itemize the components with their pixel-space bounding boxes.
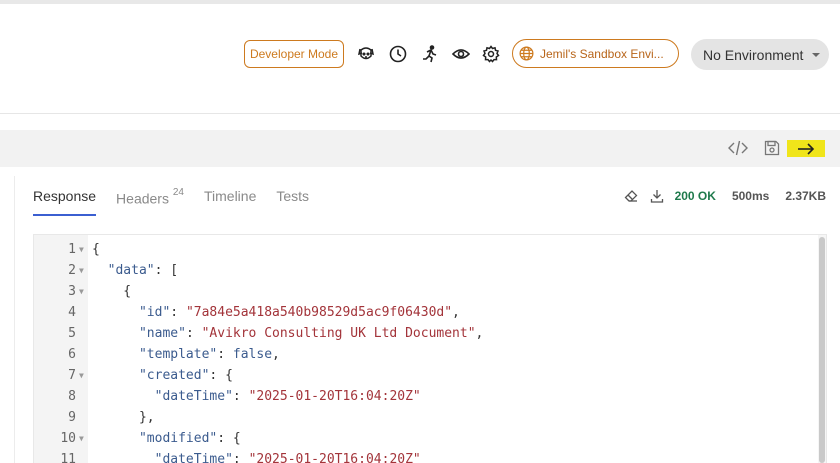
clock-icon[interactable] <box>386 42 410 66</box>
request-bar <box>0 130 840 167</box>
headers-count-badge: 24 <box>172 187 184 198</box>
top-toolbar: Developer Mode Jemil's Sandbox Envi... N… <box>0 4 840 114</box>
response-pane: Response Headers 24 Timeline Tests 200 O… <box>14 176 840 463</box>
line-number: 5 <box>68 326 76 341</box>
json-key: "modified" <box>138 431 218 446</box>
code-lines: 1 ▼{ 2 ▼ "data": [ 3 ▼ { 4 "id": "7a84e5a41… <box>34 239 826 463</box>
vertical-scrollbar[interactable] <box>818 235 826 463</box>
tab-response-label: Response <box>33 188 97 204</box>
scrollbar-thumb[interactable] <box>819 237 825 463</box>
workspace-selector[interactable]: Jemil's Sandbox Envi... <box>512 39 679 68</box>
response-time: 500ms <box>731 189 770 203</box>
json-value: "7a84e5a418a540b98529d5ac9f06430d" <box>185 305 453 320</box>
response-status-bar: 200 OK 500ms 2.37KB <box>623 188 826 204</box>
response-size: 2.37KB <box>785 189 826 203</box>
code-line: 8 "dateTime": "2025-01-20T16:04:20Z" <box>34 386 826 407</box>
fold-toggle-icon[interactable]: ▼ <box>79 239 84 260</box>
code-line: 6 "template": false, <box>34 344 826 365</box>
tab-timeline[interactable]: Timeline <box>204 186 256 216</box>
json-key: "created" <box>138 368 210 383</box>
json-key: "dateTime" <box>154 389 233 404</box>
code-icon[interactable] <box>726 136 750 160</box>
code-line: 2 ▼ "data": [ <box>34 260 826 281</box>
line-number: 8 <box>68 389 76 404</box>
code-line: 5 "name": "Avikro Consulting UK Ltd Docu… <box>34 323 826 344</box>
json-value: false <box>232 347 273 362</box>
code-line: 10 ▼ "modified": { <box>34 428 826 449</box>
gear-icon[interactable] <box>479 42 503 66</box>
dog-icon[interactable] <box>354 42 378 66</box>
fold-toggle-icon[interactable]: ▼ <box>79 428 84 449</box>
line-number: 9 <box>68 410 76 425</box>
response-tabs: Response Headers 24 Timeline Tests <box>33 186 309 216</box>
response-body-editor[interactable]: 1 ▼{ 2 ▼ "data": [ 3 ▼ { 4 "id": "7a84e5a41… <box>33 234 827 463</box>
code-line: 7 ▼ "created": { <box>34 365 826 386</box>
line-number: 11 <box>60 452 76 463</box>
download-icon[interactable] <box>649 188 665 204</box>
line-number: 4 <box>68 305 76 320</box>
line-number: 6 <box>68 347 76 362</box>
code-line: 1 ▼{ <box>34 239 826 260</box>
chevron-down-icon <box>811 52 821 58</box>
code-line: 11 "dateTime": "2025-01-20T16:04:20Z" <box>34 449 826 463</box>
json-key: "template" <box>138 347 218 362</box>
environment-label: No Environment <box>703 46 804 63</box>
tab-timeline-label: Timeline <box>203 188 257 204</box>
line-number: 2 <box>68 263 76 278</box>
tab-response[interactable]: Response <box>33 186 97 216</box>
globe-icon <box>519 46 534 61</box>
tab-headers-label: Headers <box>116 190 169 207</box>
code-line: 4 "id": "7a84e5a418a540b98529d5ac9f06430… <box>34 302 826 323</box>
send-button[interactable] <box>787 140 825 157</box>
status-code: 200 OK <box>674 189 716 203</box>
developer-mode-button[interactable]: Developer Mode <box>244 40 344 68</box>
line-number: 1 <box>68 242 76 257</box>
eye-icon[interactable] <box>449 42 473 66</box>
fold-toggle-icon[interactable]: ▼ <box>79 281 84 302</box>
json-value: "2025-01-20T16:04:20Z" <box>248 389 421 404</box>
fold-toggle-icon[interactable]: ▼ <box>79 365 84 386</box>
json-key: "dateTime" <box>154 452 233 463</box>
save-icon[interactable] <box>760 136 784 160</box>
line-number: 10 <box>60 431 76 446</box>
fold-toggle-icon[interactable]: ▼ <box>79 260 84 281</box>
json-key: "id" <box>138 305 171 320</box>
tab-tests-label: Tests <box>276 188 310 204</box>
json-key: "name" <box>138 326 186 341</box>
code-line: 9 }, <box>34 407 826 428</box>
workspace-label: Jemil's Sandbox Envi... <box>540 46 664 61</box>
environment-dropdown[interactable]: No Environment <box>691 39 829 70</box>
tab-headers[interactable]: Headers 24 <box>116 186 184 216</box>
tab-tests[interactable]: Tests <box>276 186 309 216</box>
line-number: 3 <box>68 284 76 299</box>
code-line: 3 ▼ { <box>34 281 826 302</box>
json-value: "2025-01-20T16:04:20Z" <box>248 452 421 463</box>
json-key: "data" <box>107 263 155 278</box>
line-number: 7 <box>68 368 76 383</box>
send-arrow-icon <box>797 142 815 155</box>
json-value: "Avikro Consulting UK Ltd Document" <box>201 326 476 341</box>
eraser-icon[interactable] <box>623 188 639 204</box>
runner-icon[interactable] <box>418 42 442 66</box>
